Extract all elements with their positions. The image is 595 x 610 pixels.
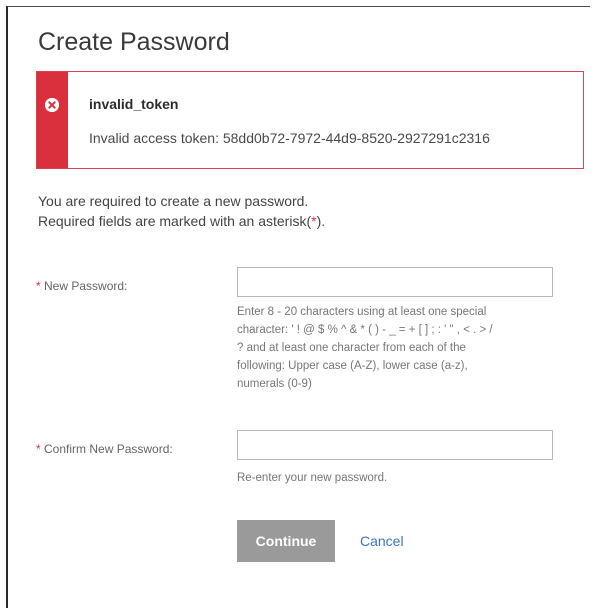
confirm-password-field[interactable] <box>237 430 553 460</box>
required-asterisk: * <box>36 442 41 456</box>
intro-line-1: You are required to create a new passwor… <box>38 193 309 209</box>
new-password-input[interactable] <box>238 268 552 296</box>
intro-text: You are required to create a new passwor… <box>38 191 325 231</box>
required-asterisk: * <box>36 279 41 293</box>
alert-title: invalid_token <box>89 96 179 112</box>
error-x-icon <box>45 98 59 112</box>
alert-accent-bar <box>37 72 68 168</box>
alert-message: Invalid access token: 58dd0b72-7972-44d9… <box>89 130 490 146</box>
confirm-password-label: * Confirm New Password: <box>36 442 173 456</box>
new-password-hint: Enter 8 - 20 characters using at least o… <box>237 303 493 393</box>
hint-line: numerals (0-9) <box>237 378 312 390</box>
new-password-field[interactable] <box>237 267 553 297</box>
new-password-label: * New Password: <box>36 279 127 293</box>
new-password-label-text: New Password: <box>44 279 128 293</box>
intro-line-2-suffix: ). <box>316 213 326 229</box>
confirm-password-hint: Re-enter your new password. <box>237 472 388 484</box>
cancel-link[interactable]: Cancel <box>360 533 404 549</box>
intro-line-2-prefix: Required fields are marked with an aster… <box>38 213 312 229</box>
continue-button[interactable]: Continue <box>237 520 335 562</box>
hint-line: Enter 8 - 20 characters using at least o… <box>237 306 487 318</box>
page-title: Create Password <box>38 28 230 56</box>
hint-line: ? and at least one character from each o… <box>237 342 466 354</box>
confirm-password-input[interactable] <box>238 431 552 459</box>
intro-line-2: Required fields are marked with an aster… <box>38 211 325 231</box>
hint-line: following: Upper case (A-Z), lower case … <box>237 360 468 372</box>
confirm-password-label-text: Confirm New Password: <box>44 442 173 456</box>
error-alert: invalid_token Invalid access token: 58dd… <box>36 71 584 169</box>
hint-line: character: ' ! @ $ % ^ & * ( ) - _ = + [… <box>237 324 493 336</box>
